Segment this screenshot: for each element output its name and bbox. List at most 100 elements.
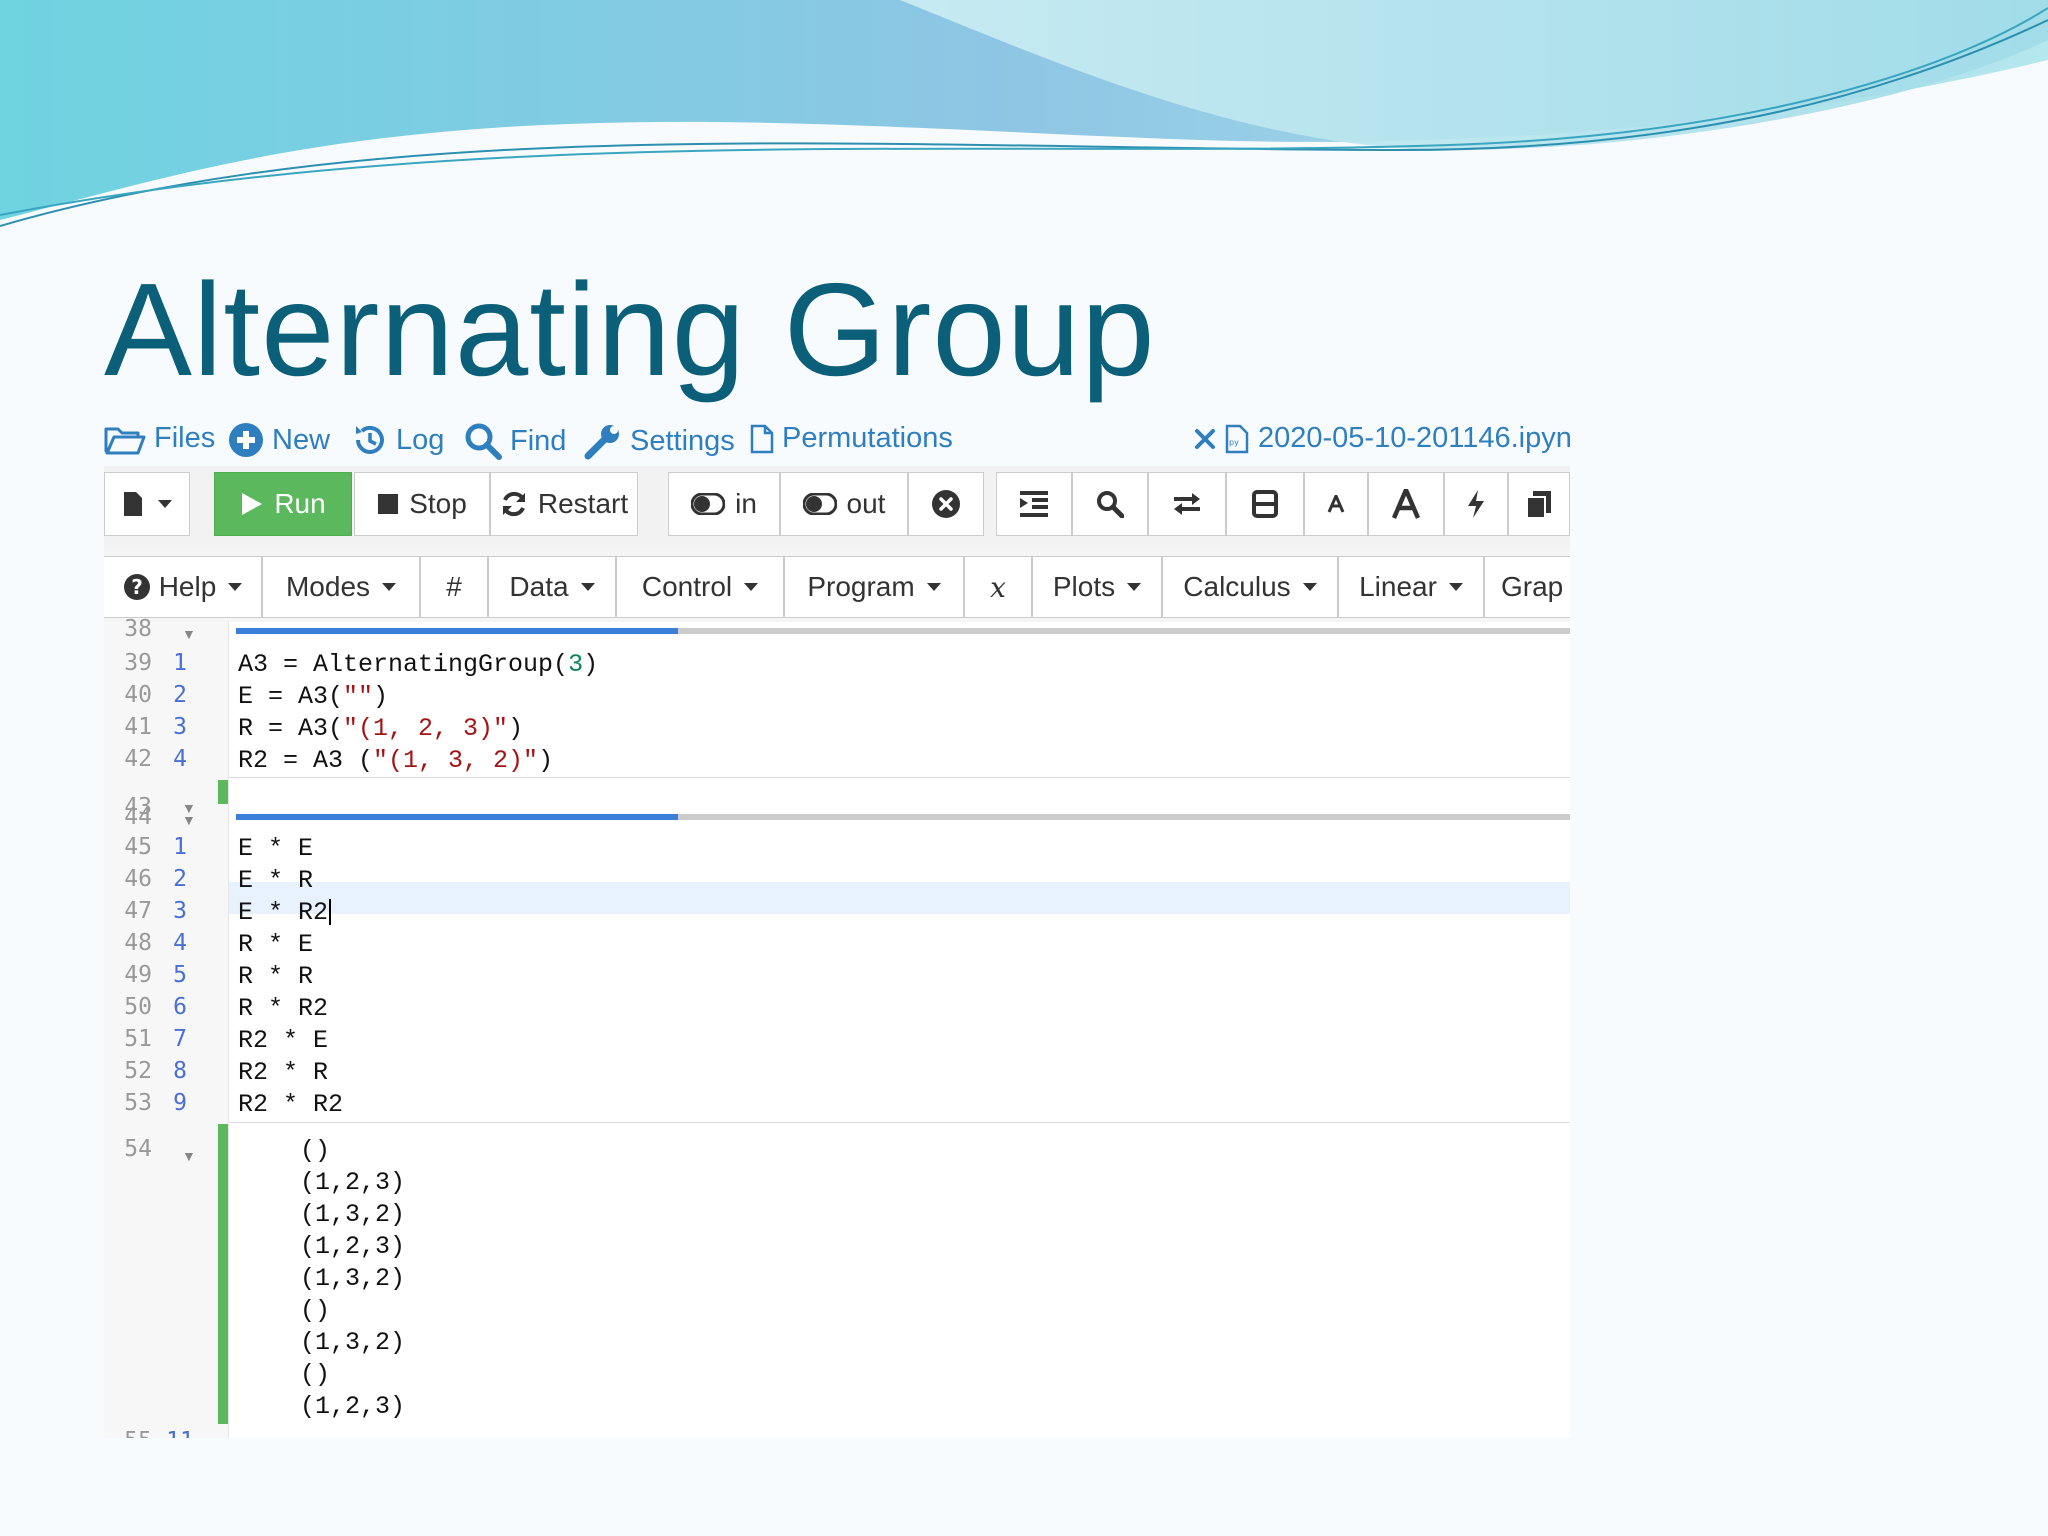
calculus-menu[interactable]: Calculus	[1162, 556, 1338, 618]
output-line: (1,3,2)	[300, 1328, 406, 1357]
run-label: Run	[274, 488, 326, 519]
refresh-icon	[502, 491, 525, 517]
font-large-icon	[1392, 489, 1420, 519]
line-number: 39	[124, 650, 152, 676]
output-line: (1,2,3)	[300, 1232, 406, 1261]
close-icon[interactable]	[1194, 428, 1216, 450]
chevron-down-icon	[158, 500, 172, 508]
code-line[interactable]: R * E	[238, 930, 313, 959]
search-icon	[465, 423, 502, 460]
files-menu[interactable]: Files	[104, 422, 215, 455]
settings-menu[interactable]: Settings	[584, 422, 735, 460]
help-label: Help	[158, 571, 217, 602]
toggle-input-button[interactable]: in	[668, 472, 780, 536]
code-line[interactable]: R2 * E	[238, 1026, 328, 1055]
cell-status-bar	[218, 780, 228, 804]
copy-button[interactable]	[1508, 472, 1570, 536]
stop-button[interactable]: Stop	[354, 472, 490, 536]
fold-arrow-icon[interactable]: ▼	[182, 1148, 196, 1164]
code-line[interactable]: E * E	[238, 834, 313, 863]
fold-arrow-icon[interactable]: ▼	[182, 812, 196, 828]
split-cell-button[interactable]	[1226, 472, 1304, 536]
graph-menu[interactable]: Grap	[1484, 556, 1570, 618]
restart-label: Restart	[537, 488, 629, 519]
line-number: 45	[124, 834, 152, 860]
clear-output-button[interactable]	[908, 472, 984, 536]
line-number: 44	[124, 804, 152, 830]
search-button[interactable]	[1072, 472, 1148, 536]
log-menu[interactable]: Log	[352, 422, 444, 458]
x-label: x	[990, 570, 1006, 604]
code-line[interactable]: R * R	[238, 962, 313, 991]
program-label: Program	[807, 571, 915, 602]
find-menu[interactable]: Find	[464, 422, 566, 460]
cell-line-number: 2	[173, 866, 187, 892]
output-line: (1,2,3)	[300, 1168, 406, 1197]
restart-button[interactable]: Restart	[490, 472, 638, 536]
cell-line-number: 6	[173, 994, 187, 1020]
program-menu[interactable]: Program	[784, 556, 964, 618]
chevron-down-icon	[926, 583, 941, 591]
help-menu[interactable]: ? Help	[104, 556, 262, 618]
toggle-output-button[interactable]: out	[780, 472, 908, 536]
font-small-icon	[1327, 495, 1345, 513]
new-menu[interactable]: New	[228, 422, 330, 458]
chevron-down-icon	[1302, 583, 1317, 591]
line-number: 41	[124, 714, 152, 740]
code-line[interactable]: R2 * R	[238, 1058, 328, 1087]
run-button[interactable]: Run	[214, 472, 352, 536]
text-cursor	[329, 899, 332, 926]
menubar: ? Help Modes # Data Control Program x Pl…	[104, 546, 1570, 624]
line-number: 46	[124, 866, 152, 892]
indent-button[interactable]	[996, 472, 1072, 536]
files-label: Files	[154, 422, 216, 454]
plus-circle-icon	[229, 423, 263, 457]
code-line[interactable]: E = A3("")	[238, 682, 388, 711]
log-label: Log	[396, 423, 445, 456]
fold-arrow-icon[interactable]: ▼	[182, 626, 196, 642]
code-editor[interactable]: 38 ▼ 39 1 A3 = AlternatingGroup(3) 40 2 …	[104, 616, 1570, 1438]
data-menu[interactable]: Data	[488, 556, 616, 618]
cell-line-number: 2	[173, 682, 187, 708]
line-number: 38	[124, 616, 152, 642]
code-line[interactable]: R * R2	[238, 994, 328, 1023]
code-line[interactable]: R2 * R2	[238, 1090, 343, 1119]
code-line[interactable]: E * R	[238, 866, 313, 895]
swap-button[interactable]	[1148, 472, 1226, 536]
notebook-file-icon: py	[1225, 424, 1249, 453]
file-tab[interactable]: py 2020-05-10-201146.ipyn	[1194, 422, 1570, 455]
code-line[interactable]: R2 = A3 ("(1, 3, 2)")	[238, 746, 553, 775]
filename-menu[interactable]: Permutations	[750, 422, 953, 455]
plots-menu[interactable]: Plots	[1032, 556, 1162, 618]
indent-icon	[1020, 491, 1048, 517]
math-x-button[interactable]: x	[964, 556, 1032, 618]
control-menu[interactable]: Control	[616, 556, 784, 618]
toggle-icon	[802, 493, 837, 515]
code-line[interactable]: R = A3("(1, 2, 3)")	[238, 714, 523, 743]
bolt-icon	[1468, 490, 1484, 518]
cell-progress-bar	[236, 628, 1570, 634]
tab-file-label: 2020-05-10-201146.ipyn	[1258, 422, 1570, 454]
modes-label: Modes	[285, 571, 371, 602]
new-file-dropdown[interactable]	[104, 472, 190, 536]
code-line[interactable]: A3 = AlternatingGroup(3)	[238, 650, 598, 679]
search-icon	[1097, 491, 1124, 518]
cell-line-number: 4	[173, 746, 187, 772]
font-smaller-button[interactable]	[1304, 472, 1368, 536]
font-larger-button[interactable]	[1368, 472, 1444, 536]
hash-label: #	[446, 571, 462, 602]
header-wave-decoration	[0, 0, 2048, 227]
line-number: 55	[108, 1428, 152, 1438]
linear-menu[interactable]: Linear	[1338, 556, 1484, 618]
cell-line-number: 3	[173, 714, 187, 740]
in-label: in	[735, 488, 757, 519]
code-line[interactable]: E * R2	[238, 898, 332, 927]
cell-line-number: 5	[173, 962, 187, 988]
output-status-bar	[218, 1124, 228, 1424]
current-line-highlight	[229, 882, 1570, 914]
hash-menu[interactable]: #	[420, 556, 488, 618]
quick-action-button[interactable]	[1444, 472, 1508, 536]
cell-line-number: 1	[173, 650, 187, 676]
modes-menu[interactable]: Modes	[262, 556, 420, 618]
cell-line-number: 1	[173, 834, 187, 860]
